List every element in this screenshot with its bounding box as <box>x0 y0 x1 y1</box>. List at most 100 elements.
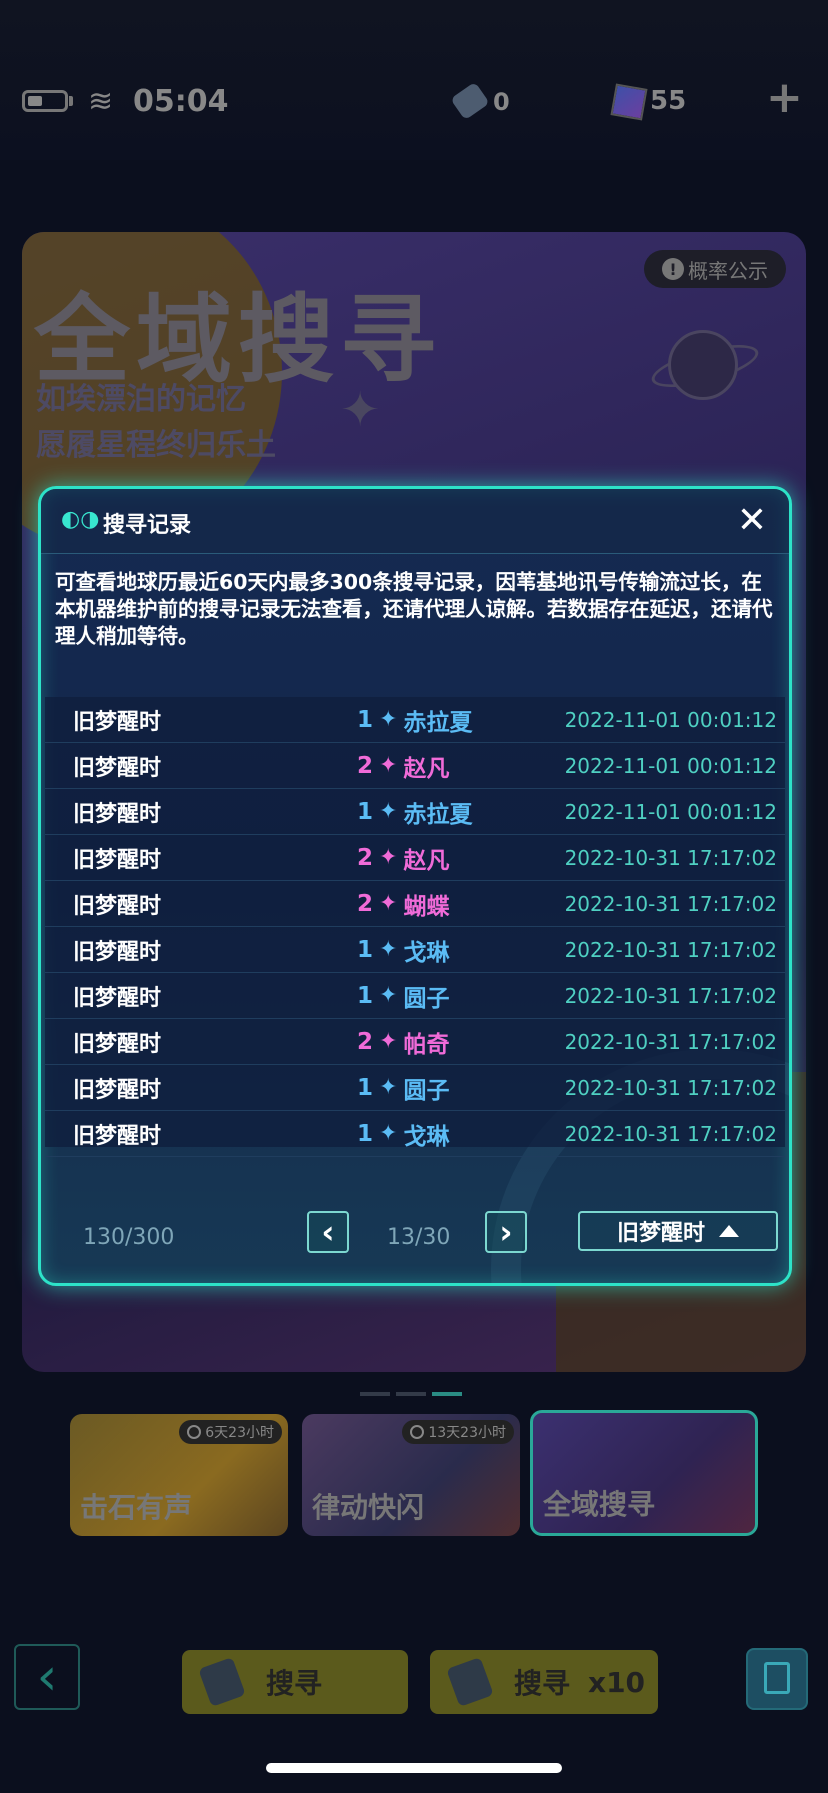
star-icon: ✦ <box>379 937 398 962</box>
planet-icon <box>668 330 738 400</box>
record-character: 1 ✦ 戈琳 <box>357 1117 449 1151</box>
record-character: 2 ✦ 帕奇 <box>357 1025 449 1059</box>
sparkle-icon: ✦ <box>340 382 381 438</box>
record-row: 旧梦醒时 2 ✦ 赵凡 2022-11-01 00:01:12 <box>45 743 785 789</box>
banner-subtitle-line2: 愿履星程终归乐土 <box>36 428 276 463</box>
add-currency-button[interactable]: + <box>766 76 803 120</box>
record-row: 旧梦醒时 1 ✦ 圆子 2022-10-31 17:17:02 <box>45 973 785 1019</box>
record-character: 2 ✦ 赵凡 <box>357 841 449 875</box>
record-name: 赤拉夏 <box>403 801 473 828</box>
record-time: 2022-10-31 17:17:02 <box>564 983 777 1008</box>
probability-button[interactable]: ! 概率公示 <box>644 250 786 288</box>
dialog-title: 搜寻记录 <box>103 513 192 538</box>
record-time: 2022-10-31 17:17:02 <box>564 845 777 870</box>
record-row: 旧梦醒时 1 ✦ 赤拉夏 2022-11-01 00:01:12 <box>45 697 785 743</box>
record-pool: 旧梦醒时 <box>73 939 162 965</box>
star-icon: ✦ <box>379 707 398 732</box>
record-logo-icon: ◐◑ <box>61 507 100 532</box>
banner-card-2[interactable]: 13天23小时 律动快闪 <box>302 1414 520 1536</box>
record-rarity: 1 <box>357 1074 374 1101</box>
clock-icon <box>187 1425 202 1439</box>
record-row: 旧梦醒时 1 ✦ 戈琳 2022-10-31 17:17:02 <box>45 927 785 973</box>
record-name: 戈琳 <box>403 939 450 966</box>
record-character: 1 ✦ 圆子 <box>357 1071 449 1105</box>
record-time: 2022-10-31 17:17:02 <box>564 937 777 962</box>
banner-card-1[interactable]: 6天23小时 击石有声 <box>70 1414 288 1536</box>
card-label: 击石有声 <box>80 1491 193 1524</box>
home-indicator[interactable] <box>266 1763 562 1773</box>
battery-icon <box>22 90 68 112</box>
card-timer: 6天23小时 <box>179 1420 282 1444</box>
back-button[interactable]: ‹ <box>14 1644 80 1710</box>
probability-label: 概率公示 <box>688 258 768 283</box>
search-ten-button[interactable]: 搜寻 x10 <box>430 1650 658 1714</box>
ticket-icon <box>446 1657 494 1707</box>
record-name: 蝴蝶 <box>403 893 450 920</box>
status-time: 05:04 <box>133 84 229 119</box>
star-icon: ✦ <box>379 983 398 1008</box>
star-icon: ✦ <box>379 845 398 870</box>
crystal-icon <box>610 83 648 121</box>
record-rarity: 2 <box>357 1028 374 1055</box>
next-page-button[interactable]: › <box>485 1211 527 1253</box>
record-name: 赵凡 <box>403 847 450 874</box>
record-pool: 旧梦醒时 <box>73 709 162 735</box>
record-rarity: 1 <box>357 798 374 825</box>
record-rarity: 1 <box>357 1120 374 1147</box>
record-time: 2022-11-01 00:01:12 <box>564 707 777 732</box>
exclamation-icon: ! <box>662 258 684 280</box>
record-list: 旧梦醒时 1 ✦ 赤拉夏 2022-11-01 00:01:12 旧梦醒时 2 ✦ 赵凡 2022… <box>45 697 785 1157</box>
page-indicator: 13/30 <box>387 1225 451 1250</box>
record-pool: 旧梦醒时 <box>73 801 162 827</box>
card-label: 律动快闪 <box>312 1491 425 1524</box>
star-icon: ✦ <box>379 753 398 778</box>
wifi-icon: ≋ <box>88 84 114 119</box>
record-count: 130/300 <box>83 1225 175 1250</box>
dialog-description: 可查看地球历最近60天内最多300条搜寻记录，因苇基地讯号传输流过长，在本机器维… <box>55 570 773 648</box>
star-icon: ✦ <box>379 799 398 824</box>
prev-page-button[interactable]: ‹ <box>307 1211 349 1253</box>
crystal-count: 55 <box>650 86 687 116</box>
banner-page-dots <box>360 1392 462 1396</box>
record-rarity: 2 <box>357 844 374 871</box>
record-character: 1 ✦ 戈琳 <box>357 933 449 967</box>
search-ten-label: 搜寻 <box>514 1667 571 1700</box>
pool-filter-label: 旧梦醒时 <box>616 1221 705 1246</box>
record-row: 旧梦醒时 1 ✦ 圆子 2022-10-31 17:17:02 <box>45 1065 785 1111</box>
record-pool: 旧梦醒时 <box>73 1031 162 1057</box>
history-button[interactable] <box>746 1648 808 1710</box>
record-name: 帕奇 <box>403 1031 450 1058</box>
record-character: 2 ✦ 蝴蝶 <box>357 887 449 921</box>
record-character: 1 ✦ 赤拉夏 <box>357 703 472 737</box>
search-once-button[interactable]: 搜寻 <box>182 1650 408 1714</box>
battery-tip <box>69 96 73 106</box>
record-time: 2022-10-31 17:17:02 <box>564 1121 777 1146</box>
clock-icon <box>410 1425 425 1439</box>
pool-filter-dropdown[interactable]: 旧梦醒时 <box>578 1211 778 1251</box>
record-name: 赵凡 <box>403 755 450 782</box>
banner-card-3-selected[interactable]: 全域搜寻 <box>530 1410 758 1536</box>
record-row: 旧梦醒时 2 ✦ 蝴蝶 2022-10-31 17:17:02 <box>45 881 785 927</box>
ticket-icon <box>450 81 490 121</box>
record-rarity: 2 <box>357 752 374 779</box>
record-row: 旧梦醒时 1 ✦ 赤拉夏 2022-11-01 00:01:12 <box>45 789 785 835</box>
page-dot-active <box>432 1392 462 1396</box>
close-button[interactable]: ✕ <box>737 499 767 542</box>
record-rarity: 2 <box>357 890 374 917</box>
search-ten-multiplier: x10 <box>588 1665 646 1699</box>
record-pool: 旧梦醒时 <box>73 893 162 919</box>
record-name: 戈琳 <box>403 1123 450 1150</box>
search-once-label: 搜寻 <box>266 1667 323 1700</box>
star-icon: ✦ <box>379 1075 398 1100</box>
banner-subtitle-line1: 如埃漂泊的记忆 <box>36 382 246 417</box>
record-pool: 旧梦醒时 <box>73 755 162 781</box>
card-timer: 13天23小时 <box>402 1420 514 1444</box>
status-bar: ≋ 05:04 0 55 + <box>0 0 828 160</box>
page-dot <box>360 1392 390 1396</box>
page-dot <box>396 1392 426 1396</box>
record-rarity: 1 <box>357 982 374 1009</box>
record-time: 2022-10-31 17:17:02 <box>564 1029 777 1054</box>
record-character: 1 ✦ 圆子 <box>357 979 449 1013</box>
record-name: 圆子 <box>403 985 450 1012</box>
record-time: 2022-11-01 00:01:12 <box>564 753 777 778</box>
